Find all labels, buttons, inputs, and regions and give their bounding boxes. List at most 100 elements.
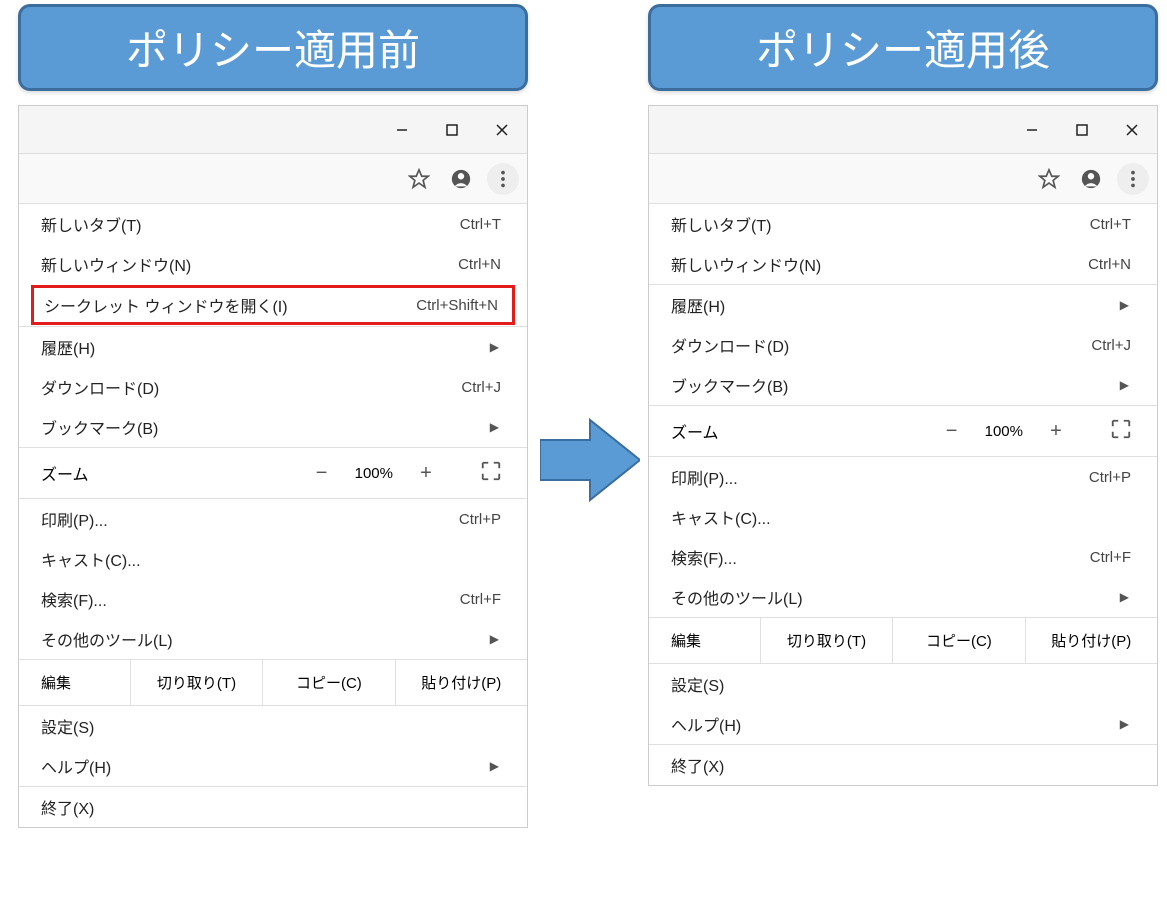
menu-label: 検索(F)...: [41, 587, 460, 611]
edit-label: 編集: [649, 618, 761, 663]
zoom-value: 100%: [985, 423, 1023, 440]
menu-label: 新しいウィンドウ(N): [671, 252, 1088, 276]
menu-new-tab[interactable]: 新しいタブ(T) Ctrl+T: [19, 204, 527, 244]
menu-history[interactable]: 履歴(H) ▶: [19, 327, 527, 367]
menu-help[interactable]: ヘルプ(H) ▶: [19, 746, 527, 786]
menu-label: 新しいタブ(T): [41, 212, 460, 236]
menu-print[interactable]: 印刷(P)... Ctrl+P: [649, 457, 1157, 497]
cut-button[interactable]: 切り取り(T): [131, 660, 263, 705]
window-controls: [649, 106, 1157, 154]
user-icon[interactable]: [1075, 163, 1107, 195]
minimize-button[interactable]: [377, 106, 427, 154]
menu-shortcut: Ctrl+N: [458, 256, 505, 273]
star-icon[interactable]: [403, 163, 435, 195]
menu-label: 印刷(P)...: [41, 507, 459, 531]
menu-shortcut: Ctrl+N: [1088, 256, 1135, 273]
menu-settings[interactable]: 設定(S): [19, 706, 527, 746]
menu-cast[interactable]: キャスト(C)...: [19, 539, 527, 579]
toolbar: [19, 154, 527, 204]
minimize-button[interactable]: [1007, 106, 1057, 154]
menu-shortcut: Ctrl+F: [1090, 549, 1135, 566]
menu-shortcut: Ctrl+P: [459, 511, 505, 528]
menu-bookmarks[interactable]: ブックマーク(B) ▶: [649, 365, 1157, 405]
chevron-right-icon: ▶: [1120, 298, 1135, 312]
menu-shortcut: Ctrl+F: [460, 591, 505, 608]
menu-label: キャスト(C)...: [671, 505, 1135, 529]
menu-label: 履歴(H): [671, 293, 1120, 317]
cut-button[interactable]: 切り取り(T): [761, 618, 893, 663]
menu-shortcut: Ctrl+J: [1091, 337, 1135, 354]
menu-after: 新しいタブ(T) Ctrl+T 新しいウィンドウ(N) Ctrl+N 履歴(H)…: [649, 204, 1157, 785]
menu-bookmarks[interactable]: ブックマーク(B) ▶: [19, 407, 527, 447]
menu-label: 新しいタブ(T): [671, 212, 1090, 236]
title-before: ポリシー適用前: [18, 4, 528, 91]
menu-shortcut: Ctrl+P: [1089, 469, 1135, 486]
menu-label: ブックマーク(B): [41, 415, 490, 439]
menu-shortcut: Ctrl+T: [1090, 216, 1135, 233]
menu-label: 履歴(H): [41, 335, 490, 359]
menu-label: 新しいウィンドウ(N): [41, 252, 458, 276]
close-button[interactable]: [477, 106, 527, 154]
menu-new-window[interactable]: 新しいウィンドウ(N) Ctrl+N: [649, 244, 1157, 284]
menu-label: 印刷(P)...: [671, 465, 1089, 489]
paste-button[interactable]: 貼り付け(P): [1026, 618, 1157, 663]
fullscreen-icon[interactable]: [1107, 418, 1135, 445]
zoom-value: 100%: [355, 465, 393, 482]
menu-shortcut: Ctrl+T: [460, 216, 505, 233]
menu-label: 検索(F)...: [671, 545, 1090, 569]
chevron-right-icon: ▶: [1120, 717, 1135, 731]
menu-label: キャスト(C)...: [41, 547, 505, 571]
menu-more-tools[interactable]: その他のツール(L) ▶: [19, 619, 527, 659]
title-after: ポリシー適用後: [648, 4, 1158, 91]
user-icon[interactable]: [445, 163, 477, 195]
panel-after: 新しいタブ(T) Ctrl+T 新しいウィンドウ(N) Ctrl+N 履歴(H)…: [648, 105, 1158, 786]
copy-button[interactable]: コピー(C): [893, 618, 1025, 663]
menu-find[interactable]: 検索(F)... Ctrl+F: [649, 537, 1157, 577]
menu-label: ヘルプ(H): [41, 754, 490, 778]
edit-row: 編集 切り取り(T) コピー(C) 貼り付け(P): [649, 617, 1157, 663]
chevron-right-icon: ▶: [490, 340, 505, 354]
zoom-in-button[interactable]: +: [415, 462, 437, 485]
menu-before: 新しいタブ(T) Ctrl+T 新しいウィンドウ(N) Ctrl+N シークレッ…: [19, 204, 527, 827]
chevron-right-icon: ▶: [1120, 378, 1135, 392]
menu-downloads[interactable]: ダウンロード(D) Ctrl+J: [649, 325, 1157, 365]
arrow-icon: [540, 410, 640, 510]
menu-find[interactable]: 検索(F)... Ctrl+F: [19, 579, 527, 619]
menu-label: ヘルプ(H): [671, 712, 1120, 736]
window-controls: [19, 106, 527, 154]
menu-incognito[interactable]: シークレット ウィンドウを開く(I) Ctrl+Shift+N: [31, 285, 515, 325]
maximize-button[interactable]: [427, 106, 477, 154]
panel-before: 新しいタブ(T) Ctrl+T 新しいウィンドウ(N) Ctrl+N シークレッ…: [18, 105, 528, 828]
menu-history[interactable]: 履歴(H) ▶: [649, 285, 1157, 325]
close-button[interactable]: [1107, 106, 1157, 154]
menu-label: その他のツール(L): [671, 585, 1120, 609]
menu-exit[interactable]: 終了(X): [649, 745, 1157, 785]
zoom-out-button[interactable]: −: [941, 420, 963, 443]
menu-zoom: ズーム − 100% +: [19, 448, 527, 498]
paste-button[interactable]: 貼り付け(P): [396, 660, 527, 705]
menu-new-window[interactable]: 新しいウィンドウ(N) Ctrl+N: [19, 244, 527, 284]
menu-help[interactable]: ヘルプ(H) ▶: [649, 704, 1157, 744]
zoom-label: ズーム: [41, 461, 311, 485]
toolbar: [649, 154, 1157, 204]
zoom-out-button[interactable]: −: [311, 462, 333, 485]
menu-exit[interactable]: 終了(X): [19, 787, 527, 827]
menu-more-tools[interactable]: その他のツール(L) ▶: [649, 577, 1157, 617]
fullscreen-icon[interactable]: [477, 460, 505, 487]
menu-settings[interactable]: 設定(S): [649, 664, 1157, 704]
menu-cast[interactable]: キャスト(C)...: [649, 497, 1157, 537]
edit-label: 編集: [19, 660, 131, 705]
menu-print[interactable]: 印刷(P)... Ctrl+P: [19, 499, 527, 539]
copy-button[interactable]: コピー(C): [263, 660, 395, 705]
edit-row: 編集 切り取り(T) コピー(C) 貼り付け(P): [19, 659, 527, 705]
more-icon[interactable]: [487, 163, 519, 195]
menu-downloads[interactable]: ダウンロード(D) Ctrl+J: [19, 367, 527, 407]
menu-new-tab[interactable]: 新しいタブ(T) Ctrl+T: [649, 204, 1157, 244]
chevron-right-icon: ▶: [490, 759, 505, 773]
zoom-in-button[interactable]: +: [1045, 420, 1067, 443]
star-icon[interactable]: [1033, 163, 1065, 195]
more-icon[interactable]: [1117, 163, 1149, 195]
menu-shortcut: Ctrl+Shift+N: [416, 297, 502, 314]
menu-label: 終了(X): [41, 795, 505, 819]
maximize-button[interactable]: [1057, 106, 1107, 154]
